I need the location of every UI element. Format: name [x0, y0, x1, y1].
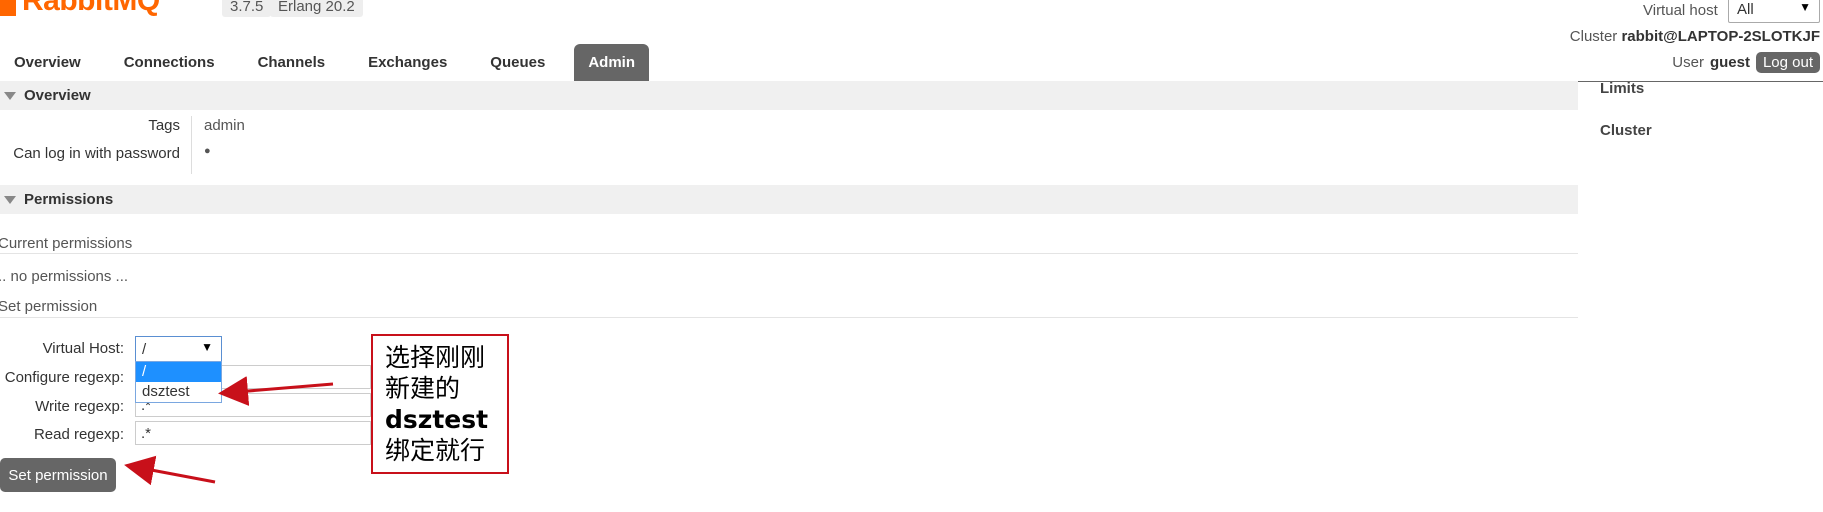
arrow-to-set-permission [124, 455, 216, 486]
arrow-to-dsztest [218, 376, 334, 406]
annotation-arrows [124, 376, 334, 486]
